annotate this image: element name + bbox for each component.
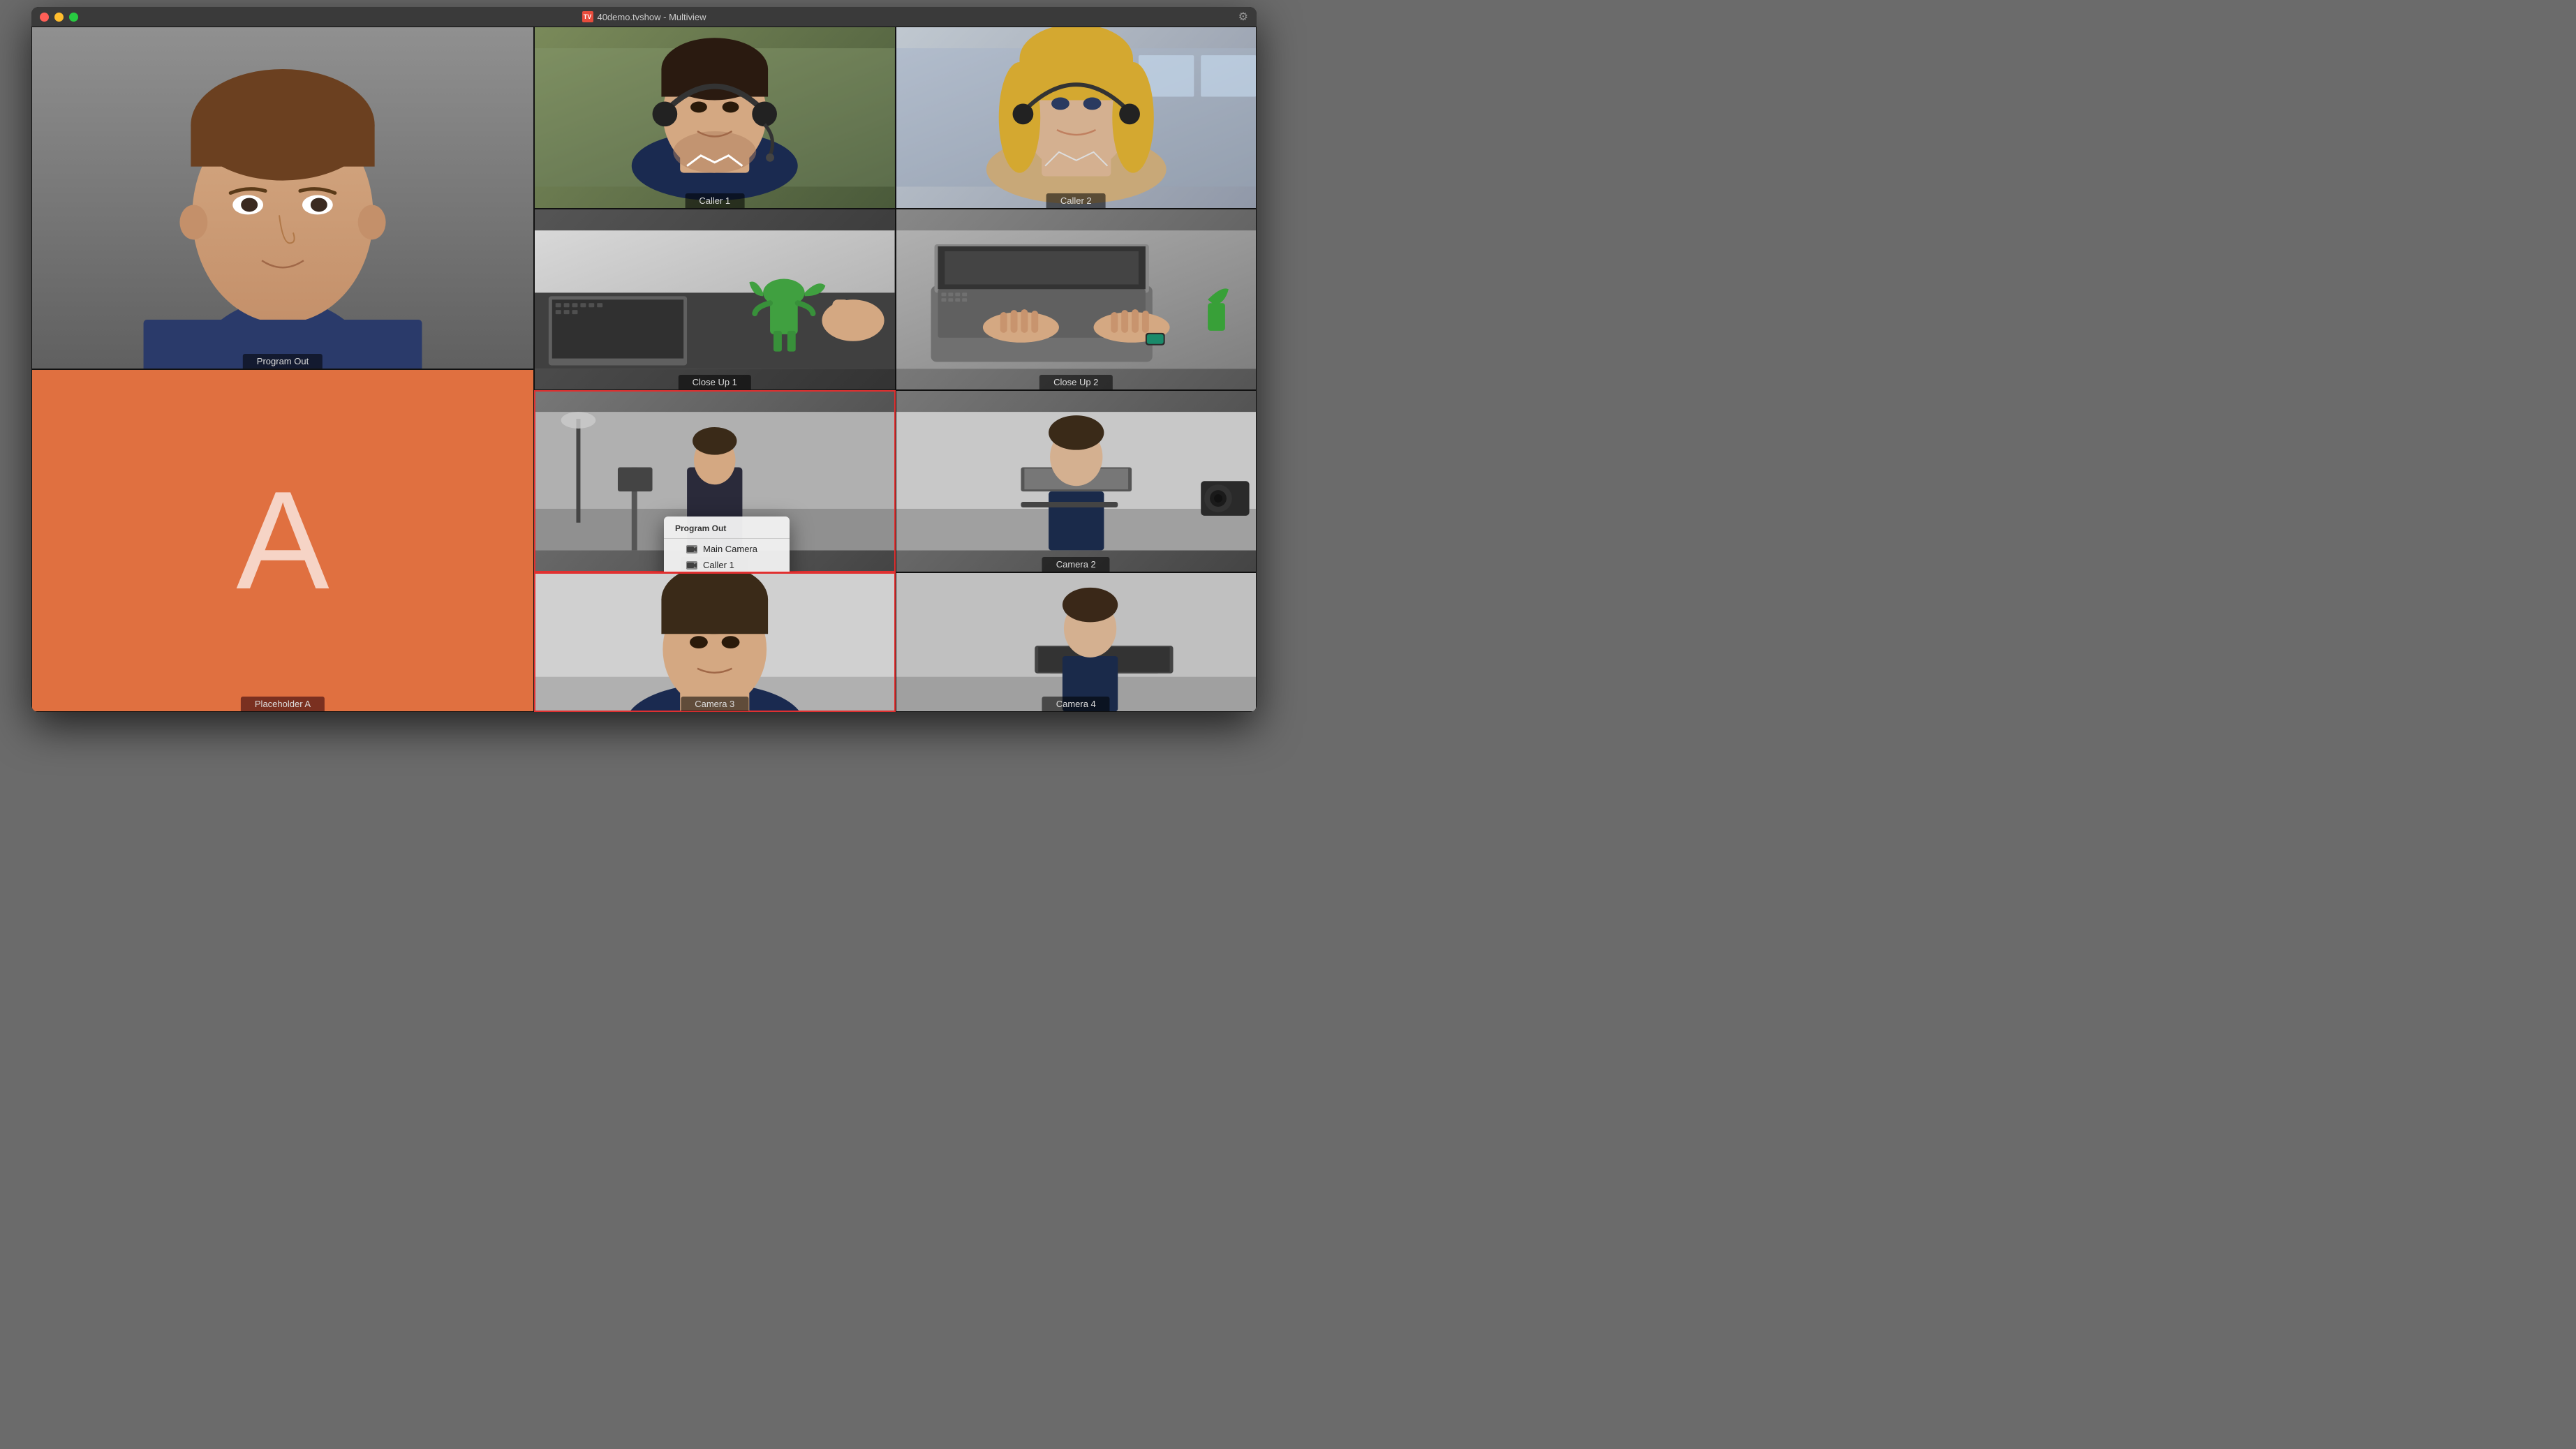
caller1-label: Caller 1 (685, 193, 744, 208)
program-out-bg (32, 27, 533, 369)
context-dropdown[interactable]: Program Out Main Camera (664, 517, 790, 572)
closeup2-bg (896, 209, 1257, 390)
cam-icon-caller1 (686, 561, 697, 570)
camera3-bg (535, 573, 895, 711)
closeup2-image (896, 209, 1257, 390)
closeup2-label: Close Up 2 (1039, 375, 1112, 389)
camera4-bg (896, 573, 1257, 711)
dropdown-header: Program Out (664, 519, 790, 536)
window-title: TV 40demo.tvshow - Multiview (582, 11, 706, 22)
camera1-cell[interactable]: Camera 1 Program Out Main Camera (534, 390, 896, 572)
dropdown-item-caller1[interactable]: Caller 1 (664, 557, 790, 572)
closeup2-cell[interactable]: Close Up 2 (896, 209, 1257, 391)
content-area: Program Out A Placeholder A (31, 27, 1257, 712)
closeup1-label: Close Up 1 (679, 375, 751, 389)
right-panel: Caller 1 (534, 27, 1257, 712)
camera4-cell[interactable]: Camera 4 (896, 572, 1257, 712)
camera2-cell[interactable]: Camera 2 (896, 390, 1257, 572)
dropdown-item-main-camera[interactable]: Main Camera (664, 541, 790, 557)
program-out-image (32, 27, 533, 369)
placeholder-a-cell[interactable]: A Placeholder A (31, 369, 534, 712)
minimize-button[interactable] (54, 13, 64, 22)
traffic-lights (40, 13, 78, 22)
caller2-bg (896, 27, 1257, 208)
dropdown-divider-1 (664, 538, 790, 539)
program-out-label: Program Out (243, 354, 323, 369)
caller1-image (535, 27, 895, 208)
closeup1-image (535, 209, 895, 390)
caller1-cell[interactable]: Caller 1 (534, 27, 896, 209)
dropdown-label-caller1: Caller 1 (703, 560, 734, 570)
main-window: TV 40demo.tvshow - Multiview ⚙ (31, 7, 1257, 712)
camera3-cell[interactable]: Camera 3 (534, 572, 896, 712)
program-out-cell[interactable]: Program Out (31, 27, 534, 369)
camera2-bg (896, 391, 1257, 572)
caller2-cell[interactable]: Caller 2 (896, 27, 1257, 209)
camera3-label: Camera 3 (681, 697, 748, 711)
titlebar: TV 40demo.tvshow - Multiview ⚙ (31, 7, 1257, 27)
caller2-label: Caller 2 (1046, 193, 1106, 208)
camera4-label: Camera 4 (1042, 697, 1110, 711)
close-button[interactable] (40, 13, 49, 22)
maximize-button[interactable] (69, 13, 78, 22)
closeup1-cell[interactable]: Close Up 1 (534, 209, 896, 391)
camera2-image (896, 391, 1257, 572)
placeholder-a-letter: A (236, 471, 329, 611)
camera2-label: Camera 2 (1042, 557, 1110, 572)
placeholder-a-bg: A (32, 370, 533, 711)
caller2-image (896, 27, 1257, 208)
camera4-image (896, 573, 1257, 711)
dropdown-label-main-camera: Main Camera (703, 544, 757, 554)
closeup1-bg (535, 209, 895, 390)
caller1-bg (535, 27, 895, 208)
camera3-image (535, 573, 895, 711)
left-panel: Program Out A Placeholder A (31, 27, 534, 712)
app-icon: TV (582, 11, 593, 22)
cam-icon-main (686, 545, 697, 553)
placeholder-a-label: Placeholder A (241, 697, 325, 711)
settings-icon[interactable]: ⚙ (1238, 10, 1248, 24)
title-text: 40demo.tvshow - Multiview (597, 12, 706, 22)
